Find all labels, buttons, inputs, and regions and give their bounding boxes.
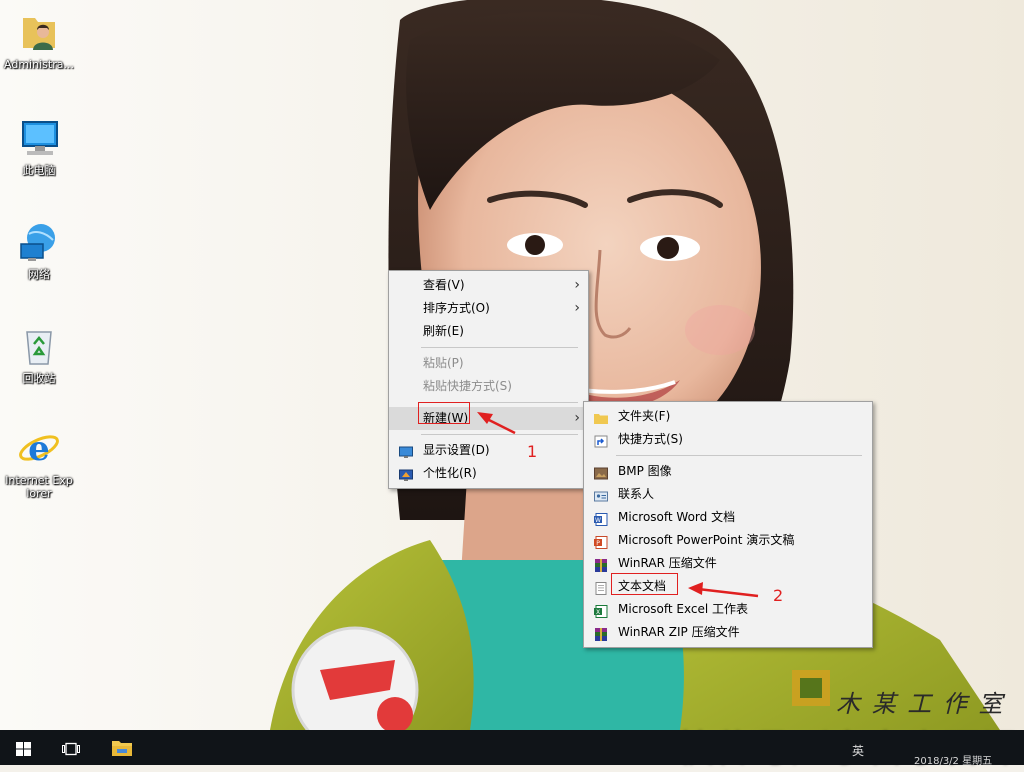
menu-item-label: 粘贴快捷方式(S): [423, 379, 512, 393]
network-icon: [17, 220, 61, 264]
text-document-icon: [594, 580, 608, 595]
submenu-item-label: BMP 图像: [618, 464, 672, 478]
desktop-icon-label: 网络: [28, 268, 50, 281]
internet-explorer-icon: e: [17, 426, 61, 470]
desktop-icon-internet-explorer[interactable]: e Internet Explorer: [0, 426, 78, 500]
menu-item-label: 粘贴(P): [423, 356, 464, 370]
task-view-button[interactable]: [48, 730, 94, 765]
submenu-item-label: 文件夹(F): [618, 409, 671, 423]
submenu-item-powerpoint[interactable]: P Microsoft PowerPoint 演示文稿: [584, 529, 872, 552]
submenu-item-bmp[interactable]: BMP 图像: [584, 460, 872, 483]
user-folder-icon: [17, 10, 61, 54]
submenu-item-label: Microsoft Word 文档: [618, 510, 736, 524]
submenu-item-label: WinRAR 压缩文件: [618, 556, 717, 570]
windows-start-icon: [16, 741, 31, 760]
desktop-icon-this-pc[interactable]: 此电脑: [0, 116, 78, 177]
svg-text:W: W: [595, 517, 601, 524]
powerpoint-icon: P: [594, 534, 608, 549]
desktop-context-menu: 查看(V) › 排序方式(O) › 刷新(E) 粘贴(P) 粘贴快捷方式(S) …: [388, 270, 589, 489]
submenu-item-label: Microsoft PowerPoint 演示文稿: [618, 533, 795, 547]
winrar-icon: [594, 557, 608, 572]
desktop-icon-administrator[interactable]: Administra...: [0, 10, 78, 71]
personalize-icon: [399, 467, 413, 481]
submenu-item-word[interactable]: W Microsoft Word 文档: [584, 506, 872, 529]
svg-text:e: e: [28, 429, 50, 469]
start-button[interactable]: [0, 730, 46, 765]
chevron-right-icon: ›: [574, 410, 580, 426]
studio-watermark: 木 某 工 作 室: [836, 690, 1005, 718]
submenu-item-excel[interactable]: X Microsoft Excel 工作表: [584, 598, 872, 621]
task-view-icon: [62, 741, 80, 760]
menu-separator: [616, 455, 862, 456]
menu-item-label: 刷新(E): [423, 324, 464, 338]
menu-separator: [421, 434, 578, 435]
taskbar: 英 2018/3/2 星期五: [0, 730, 1024, 767]
new-submenu: 文件夹(F) 快捷方式(S) BMP 图像 联系人 W Microsoft Wo…: [583, 401, 873, 648]
menu-item-refresh[interactable]: 刷新(E): [389, 320, 588, 343]
desktop-icon-label: Administra...: [4, 58, 74, 71]
annotation-step-1: 1: [527, 442, 538, 461]
desktop-icon-label: Internet Explorer: [5, 474, 73, 500]
desktop-icon-label: 回收站: [22, 372, 56, 385]
submenu-item-folder[interactable]: 文件夹(F): [584, 405, 872, 428]
menu-item-label: 查看(V): [423, 278, 465, 292]
menu-item-view[interactable]: 查看(V) ›: [389, 274, 588, 297]
desktop-icon-label: 此电脑: [22, 164, 56, 177]
word-document-icon: W: [594, 511, 608, 526]
folder-icon: [594, 410, 608, 424]
winrar-zip-icon: [594, 626, 608, 641]
bmp-image-icon: [594, 465, 608, 480]
menu-item-paste: 粘贴(P): [389, 352, 588, 375]
computer-icon: [17, 116, 61, 160]
submenu-item-winrar[interactable]: WinRAR 压缩文件: [584, 552, 872, 575]
tray-ime-indicator[interactable]: 英: [852, 742, 864, 759]
submenu-item-label: Microsoft Excel 工作表: [618, 602, 749, 616]
shortcut-icon: [594, 433, 608, 448]
desktop-icon-network[interactable]: 网络: [0, 220, 78, 281]
menu-item-sort-by[interactable]: 排序方式(O) ›: [389, 297, 588, 320]
annotation-step-2: 2: [773, 586, 784, 605]
menu-item-label: 排序方式(O): [423, 301, 490, 315]
annotation-box-text-document: [611, 573, 678, 595]
menu-item-paste-shortcut: 粘贴快捷方式(S): [389, 375, 588, 398]
submenu-item-label: 联系人: [618, 487, 655, 501]
recycle-bin-icon: [17, 324, 61, 368]
submenu-item-shortcut[interactable]: 快捷方式(S): [584, 428, 872, 451]
menu-item-label: 显示设置(D): [423, 443, 490, 457]
submenu-item-label: 快捷方式(S): [618, 432, 683, 446]
menu-separator: [421, 347, 578, 348]
chevron-right-icon: ›: [574, 300, 580, 316]
annotation-box-new: [418, 402, 470, 424]
desktop-icon-recycle-bin[interactable]: 回收站: [0, 324, 78, 385]
chevron-right-icon: ›: [574, 277, 580, 293]
contact-icon: [594, 488, 608, 502]
svg-text:X: X: [596, 609, 600, 616]
file-explorer-icon: [111, 739, 133, 761]
submenu-item-winrar-zip[interactable]: WinRAR ZIP 压缩文件: [584, 621, 872, 644]
file-explorer-button[interactable]: [98, 730, 144, 765]
menu-item-label: 个性化(R): [423, 466, 477, 480]
display-settings-icon: [399, 444, 413, 458]
menu-item-display-settings[interactable]: 显示设置(D): [389, 439, 588, 462]
submenu-item-contact[interactable]: 联系人: [584, 483, 872, 506]
menu-item-personalize[interactable]: 个性化(R): [389, 462, 588, 485]
excel-icon: X: [594, 603, 608, 618]
submenu-item-label: WinRAR ZIP 压缩文件: [618, 625, 740, 639]
svg-text:P: P: [596, 540, 600, 547]
